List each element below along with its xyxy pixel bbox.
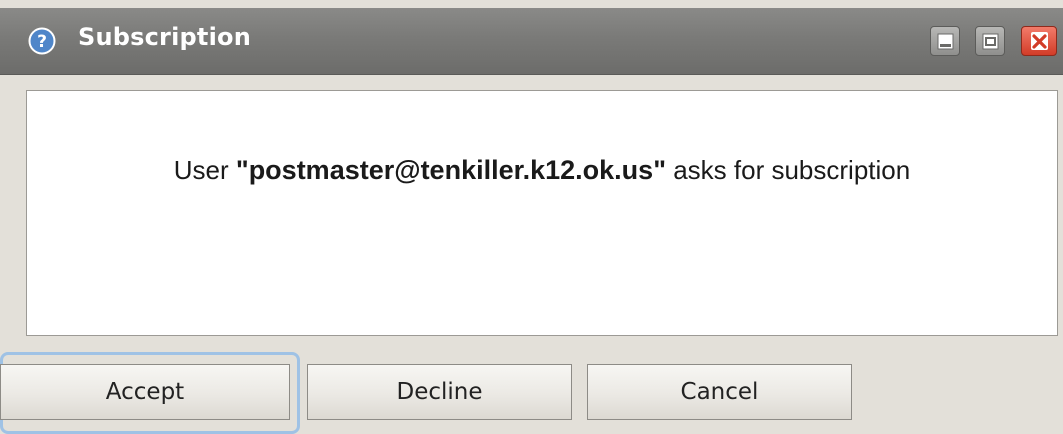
close-button[interactable] bbox=[1021, 26, 1057, 56]
message-panel: User "postmaster@tenkiller.k12.ok.us" as… bbox=[26, 90, 1058, 336]
minimize-icon bbox=[937, 33, 954, 50]
title-bar[interactable]: ? Subscription bbox=[0, 8, 1063, 75]
help-icon: ? bbox=[28, 27, 56, 55]
subscription-dialog: ? Subscription User "postmaster@tenkille… bbox=[0, 0, 1063, 434]
message-prefix: User bbox=[173, 155, 236, 185]
message-user: "postmaster@tenkiller.k12.ok.us" bbox=[235, 155, 666, 185]
maximize-icon bbox=[982, 33, 999, 50]
message-suffix: asks for subscription bbox=[666, 155, 911, 185]
decline-button[interactable]: Decline bbox=[307, 364, 572, 420]
window-title: Subscription bbox=[78, 23, 251, 51]
minimize-button[interactable] bbox=[930, 26, 960, 56]
close-icon bbox=[1031, 32, 1048, 50]
subscription-message: User "postmaster@tenkiller.k12.ok.us" as… bbox=[27, 151, 1057, 189]
cancel-button[interactable]: Cancel bbox=[587, 364, 852, 420]
maximize-button[interactable] bbox=[975, 26, 1005, 56]
accept-button[interactable]: Accept bbox=[0, 364, 290, 420]
svg-text:?: ? bbox=[37, 32, 47, 52]
